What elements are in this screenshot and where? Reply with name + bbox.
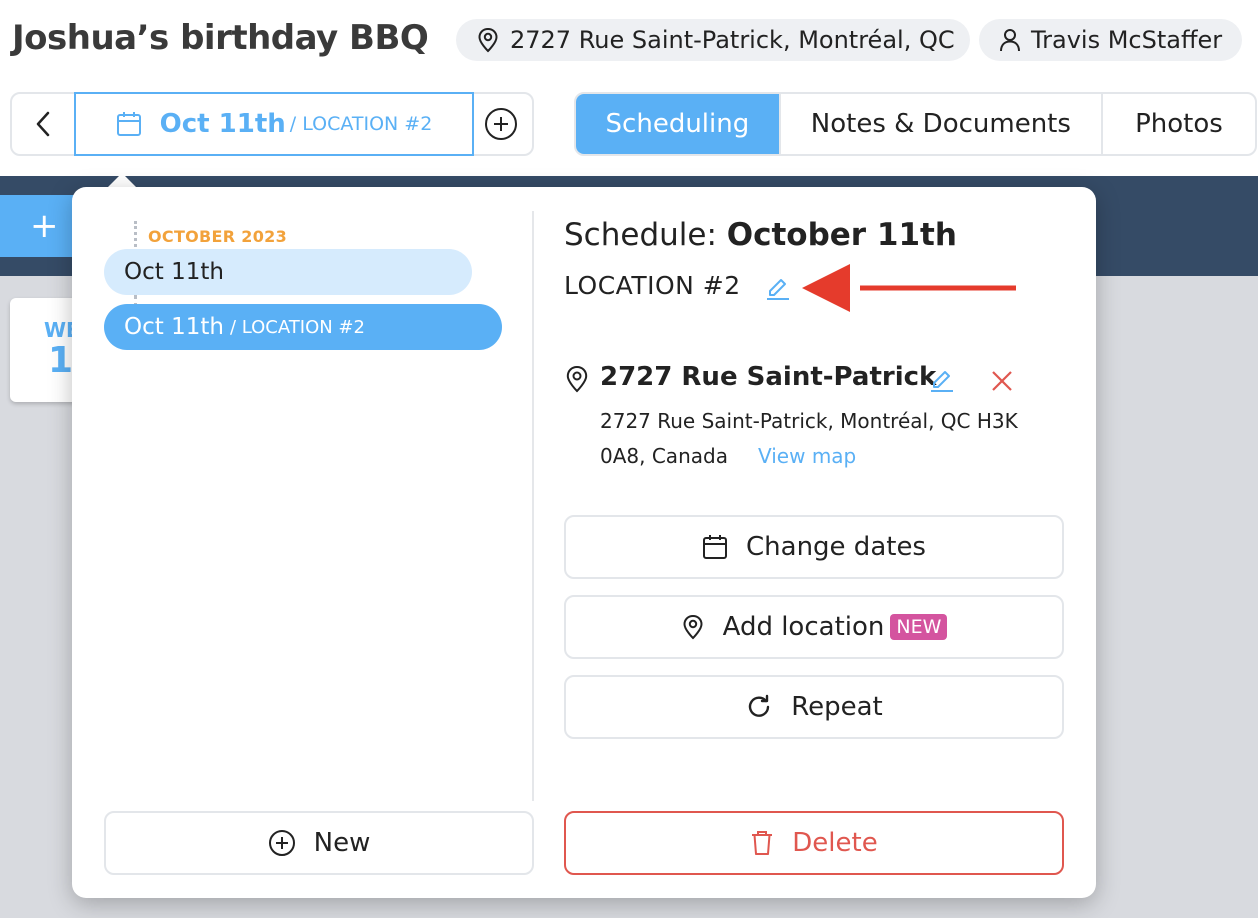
tab-scheduling[interactable]: Scheduling [576,94,779,154]
event-address-text: 2727 Rue Saint-Patrick, Montréal, QC [510,26,955,54]
schedule-list-item[interactable]: Oct 11th [104,249,472,295]
plus-circle-icon [268,830,295,856]
previous-date-button[interactable] [12,94,74,154]
current-location-label: / LOCATION #2 [289,113,433,135]
pencil-icon [931,371,953,392]
schedule-title: Schedule: October 11th [564,217,957,253]
view-map-link[interactable]: View map [758,444,856,468]
chevron-left-icon [36,111,50,137]
address-line-1: 2727 Rue Saint-Patrick, Montréal, QC H3K [600,409,1018,433]
edit-address-button[interactable] [928,367,956,395]
pin-icon [478,27,498,53]
delete-label: Delete [792,828,878,858]
person-icon [1000,29,1020,52]
pin-icon [566,365,588,393]
staff-name: Travis McStaffer [1031,26,1223,54]
address-name: 2727 Rue Saint-Patrick [600,362,937,392]
add-shift-label: + [30,206,59,246]
repeat-icon [749,694,770,717]
schedule-item-location: / LOCATION #2 [229,316,365,338]
schedule-list-item-selected[interactable]: Oct 11th / LOCATION #2 [104,304,502,350]
current-date-label: Oct 11th [159,109,286,139]
event-address-chip[interactable]: 2727 Rue Saint-Patrick, Montréal, QC [456,19,970,61]
event-title: Joshua’s birthday BBQ [12,18,429,58]
pencil-icon [767,279,789,300]
new-badge: NEW [890,614,948,640]
tab-photos[interactable]: Photos [1100,94,1255,154]
add-date-button[interactable] [470,94,532,154]
add-location-button[interactable]: Add location NEW [564,595,1064,659]
new-schedule-button[interactable]: New [104,811,534,875]
change-dates-button[interactable]: Change dates [564,515,1064,579]
plus-circle-icon [485,108,517,140]
schedule-title-date: October 11th [726,217,957,253]
calendar-icon [116,112,141,136]
new-schedule-label: New [313,828,371,858]
schedule-title-prefix: Schedule: [564,217,727,253]
change-dates-label: Change dates [746,532,926,562]
schedule-popover: OCTOBER 2023 Oct 11th Oct 11th / LOCATIO… [72,187,1096,898]
repeat-label: Repeat [791,692,883,722]
location-name: LOCATION #2 [564,271,741,300]
repeat-button[interactable]: Repeat [564,675,1064,739]
schedule-item-date: Oct 11th [124,259,224,285]
address-line-2: 0A8, Canada [600,444,728,468]
edit-location-name-button[interactable] [764,275,792,303]
pin-icon [683,614,703,640]
column-divider [532,211,534,801]
delete-button[interactable]: Delete [564,811,1064,875]
month-label: OCTOBER 2023 [148,227,288,246]
tab-notes-documents[interactable]: Notes & Documents [778,94,1101,154]
add-location-label: Add location [722,612,885,642]
trash-icon [752,831,773,855]
timeline-dots [134,221,137,247]
remove-address-button[interactable] [988,367,1016,395]
annotation-arrow-icon [802,264,1016,312]
close-icon [992,371,1012,391]
calendar-icon [703,535,727,559]
schedule-item-date: Oct 11th [124,314,224,340]
staff-chip[interactable]: Travis McStaffer [979,19,1242,61]
current-date-selector[interactable]: Oct 11th / LOCATION #2 [74,92,474,156]
section-tabs: Scheduling Notes & Documents Photos [574,92,1257,156]
day-card-number: 1 [48,340,74,381]
date-navigator: Oct 11th / LOCATION #2 [10,92,534,156]
